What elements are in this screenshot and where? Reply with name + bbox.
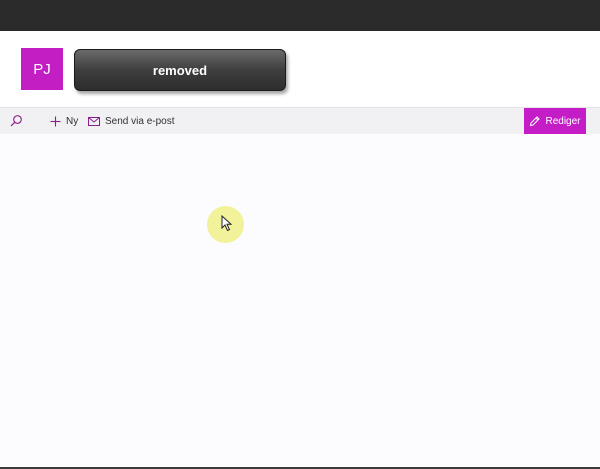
new-button[interactable]: Ny bbox=[50, 108, 78, 134]
edit-button[interactable]: Rediger bbox=[524, 108, 586, 134]
search-button[interactable] bbox=[9, 108, 23, 134]
page-header: PJ removed bbox=[0, 31, 600, 106]
top-bar bbox=[0, 0, 600, 31]
redacted-title-overlay: removed bbox=[74, 49, 286, 91]
avatar-initials: PJ bbox=[33, 60, 51, 78]
edit-button-label: Rediger bbox=[545, 115, 581, 127]
new-button-label: Ny bbox=[66, 115, 79, 127]
send-email-label: Send via e-post bbox=[105, 115, 175, 127]
plus-icon bbox=[50, 116, 61, 126]
send-email-button[interactable]: Send via e-post bbox=[88, 108, 175, 134]
redacted-label: removed bbox=[152, 62, 208, 78]
command-bar: Ny Send via e-post Rediger bbox=[0, 107, 600, 134]
mail-icon bbox=[88, 116, 100, 126]
mouse-cursor-icon bbox=[221, 215, 233, 232]
avatar[interactable]: PJ bbox=[21, 48, 63, 90]
pencil-icon bbox=[530, 115, 541, 126]
search-icon bbox=[10, 115, 22, 127]
main-content-area bbox=[0, 134, 600, 467]
